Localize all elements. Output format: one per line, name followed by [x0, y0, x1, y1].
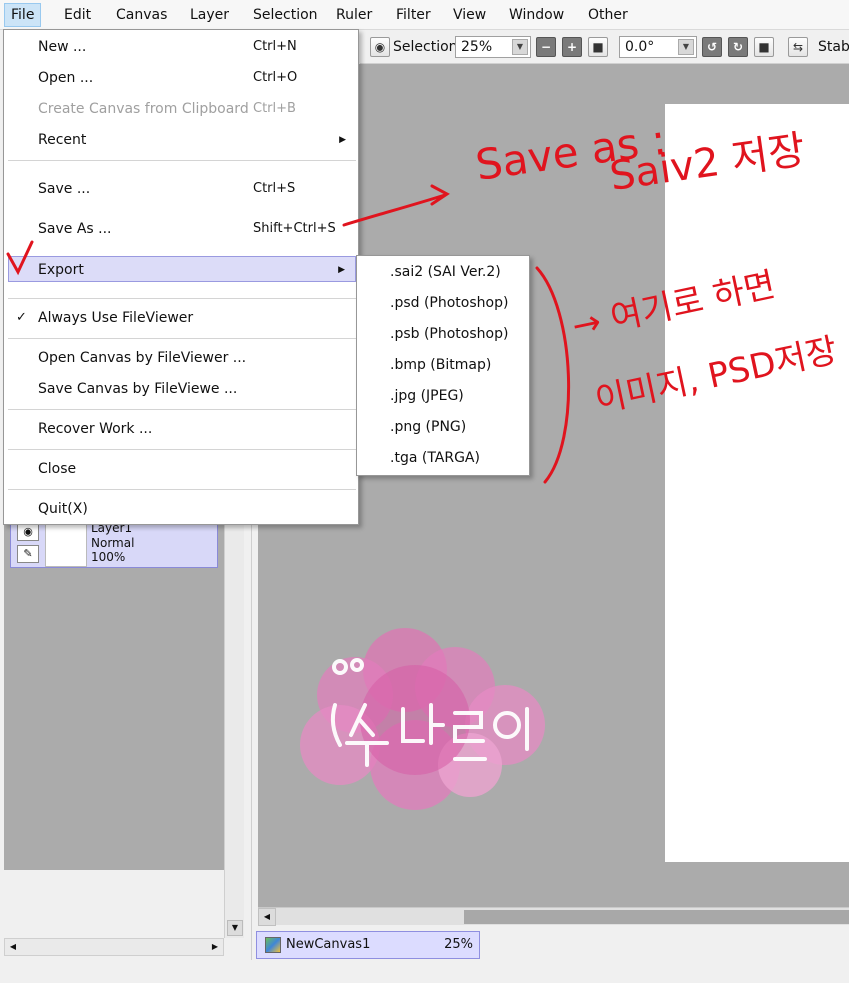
- menu-edit[interactable]: Edit: [58, 3, 97, 27]
- menu-item-label: Recent: [38, 132, 87, 148]
- export-sai2[interactable]: .sai2 (SAI Ver.2): [390, 259, 501, 285]
- menu-item-shortcut: Ctrl+B: [253, 101, 296, 116]
- scroll-left-icon[interactable]: ◀: [6, 940, 20, 954]
- zoom-in-button[interactable]: +: [562, 37, 582, 57]
- zoom-reset-button[interactable]: ■: [588, 37, 608, 57]
- menu-item-label: Save ...: [38, 181, 91, 197]
- checkmark-icon: ✓: [16, 310, 27, 325]
- menu-item-open[interactable]: Open ... Ctrl+O: [8, 65, 356, 91]
- menu-item-shortcut: Ctrl+S: [253, 181, 296, 196]
- menu-item-export[interactable]: Export ▶: [8, 256, 356, 282]
- menu-item-shortcut: Ctrl+O: [253, 70, 298, 85]
- menu-other[interactable]: Other: [582, 3, 634, 27]
- menu-layer[interactable]: Layer: [184, 3, 235, 27]
- menu-item-recover[interactable]: Recover Work ...: [8, 416, 356, 442]
- export-psb[interactable]: .psb (Photoshop): [390, 321, 508, 347]
- toolbar: ◉ Selection 25% ▼ − + ■ 0.0° ▼ ↺ ↻ ■ ⇆ S…: [360, 30, 849, 64]
- eye-icon[interactable]: ◉: [370, 37, 390, 57]
- scroll-right-icon[interactable]: ▶: [208, 940, 222, 954]
- submenu-arrow-icon: ▶: [338, 265, 345, 275]
- export-jpg[interactable]: .jpg (JPEG): [390, 383, 464, 409]
- angle-value: 0.0°: [625, 39, 655, 55]
- pink-logo-sticker: [300, 628, 545, 810]
- chevron-down-icon: ▼: [678, 39, 694, 55]
- menu-bar: File Edit Canvas Layer Selection Ruler F…: [0, 0, 849, 30]
- menu-canvas[interactable]: Canvas: [110, 3, 173, 27]
- menu-separator: [8, 409, 356, 410]
- menu-item-save-by-fileviewer[interactable]: Save Canvas by FileViewe ...: [8, 376, 356, 402]
- submenu-arrow-icon: ▶: [339, 135, 346, 145]
- layer-scrollbar[interactable]: ▼: [224, 460, 244, 938]
- menu-item-always-fileviewer[interactable]: ✓ Always Use FileViewer: [8, 305, 356, 331]
- layer-mode: Normal: [91, 536, 135, 550]
- pencil-icon[interactable]: ✎: [17, 545, 39, 563]
- rotate-left-button[interactable]: ↺: [702, 37, 722, 57]
- stabilizer-label: Stabi: [818, 39, 849, 55]
- canvas-paper[interactable]: [665, 104, 849, 862]
- menu-item-label: Open ...: [38, 70, 94, 86]
- menu-item-recent[interactable]: Recent ▶: [8, 127, 356, 153]
- rotate-reset-button[interactable]: ■: [754, 37, 774, 57]
- file-menu: New ... Ctrl+N Open ... Ctrl+O Create Ca…: [3, 29, 359, 525]
- menu-separator: [8, 298, 356, 299]
- menu-item-shortcut: Ctrl+N: [253, 39, 297, 54]
- menu-window[interactable]: Window: [503, 3, 570, 27]
- zoom-value: 25%: [461, 39, 493, 55]
- menu-view[interactable]: View: [447, 3, 492, 27]
- menu-separator: [8, 338, 356, 339]
- zoom-select[interactable]: 25% ▼: [455, 36, 531, 58]
- menu-separator: [8, 489, 356, 490]
- menu-item-quit[interactable]: Quit(X): [8, 496, 356, 522]
- layer-row[interactable]: ◉ ✎ Layer1 Normal 100%: [10, 520, 218, 568]
- menu-selection[interactable]: Selection: [247, 3, 324, 27]
- menu-item-label: Export: [38, 262, 84, 278]
- layer-hscrollbar[interactable]: ◀ ▶: [4, 938, 224, 956]
- export-submenu: .sai2 (SAI Ver.2) .psd (Photoshop) .psb …: [356, 255, 530, 476]
- export-psd[interactable]: .psd (Photoshop): [390, 290, 508, 316]
- menu-item-label: Quit(X): [38, 501, 88, 517]
- layer-thumbnail: [45, 521, 87, 567]
- menu-item-open-by-fileviewer[interactable]: Open Canvas by FileViewer ...: [8, 345, 356, 371]
- menu-item-label: Save As ...: [38, 221, 112, 237]
- menu-item-label: Recover Work ...: [38, 421, 153, 437]
- chevron-down-icon: ▼: [512, 39, 528, 55]
- export-bmp[interactable]: .bmp (Bitmap): [390, 352, 491, 378]
- menu-separator: [8, 160, 356, 161]
- export-tga[interactable]: .tga (TARGA): [390, 445, 480, 471]
- menu-item-save-as[interactable]: Save As ... Shift+Ctrl+S: [8, 216, 356, 242]
- menu-item-label: Open Canvas by FileViewer ...: [38, 350, 247, 366]
- canvas-hscrollbar[interactable]: ◀: [258, 907, 849, 926]
- canvas-tab-name: NewCanvas1: [286, 937, 371, 952]
- rotate-right-button[interactable]: ↻: [728, 37, 748, 57]
- menu-item-create-from-clipboard[interactable]: Create Canvas from Clipboard Ctrl+B: [8, 96, 356, 122]
- menu-item-label: Close: [38, 461, 77, 477]
- canvas-tab-zoom: 25%: [444, 937, 473, 952]
- eye-icon[interactable]: ◉: [17, 523, 39, 541]
- menu-item-shortcut: Shift+Ctrl+S: [253, 221, 336, 236]
- menu-item-new[interactable]: New ... Ctrl+N: [8, 34, 356, 60]
- scroll-left-icon[interactable]: ◀: [258, 908, 276, 926]
- menu-item-close[interactable]: Close: [8, 456, 356, 482]
- canvas-tab[interactable]: NewCanvas1 25%: [256, 931, 480, 959]
- canvas-icon: [265, 937, 281, 953]
- menu-item-label: Save Canvas by FileViewe ...: [38, 381, 238, 397]
- flip-icon[interactable]: ⇆: [788, 37, 808, 57]
- menu-ruler[interactable]: Ruler: [330, 3, 378, 27]
- menu-file[interactable]: File: [4, 3, 42, 27]
- menu-item-label: Create Canvas from Clipboard: [38, 101, 249, 117]
- menu-item-label: New ...: [38, 39, 87, 55]
- export-png[interactable]: .png (PNG): [390, 414, 466, 440]
- angle-select[interactable]: 0.0° ▼: [619, 36, 697, 58]
- menu-item-save[interactable]: Save ... Ctrl+S: [8, 176, 356, 202]
- menu-separator: [8, 449, 356, 450]
- scroll-down-icon[interactable]: ▼: [227, 920, 243, 936]
- zoom-out-button[interactable]: −: [536, 37, 556, 57]
- menu-item-label: Always Use FileViewer: [38, 310, 194, 326]
- layer-opacity: 100%: [91, 550, 126, 564]
- selection-toggle-label[interactable]: Selection: [393, 37, 458, 57]
- scroll-thumb[interactable]: [464, 910, 849, 924]
- menu-filter[interactable]: Filter: [390, 3, 437, 27]
